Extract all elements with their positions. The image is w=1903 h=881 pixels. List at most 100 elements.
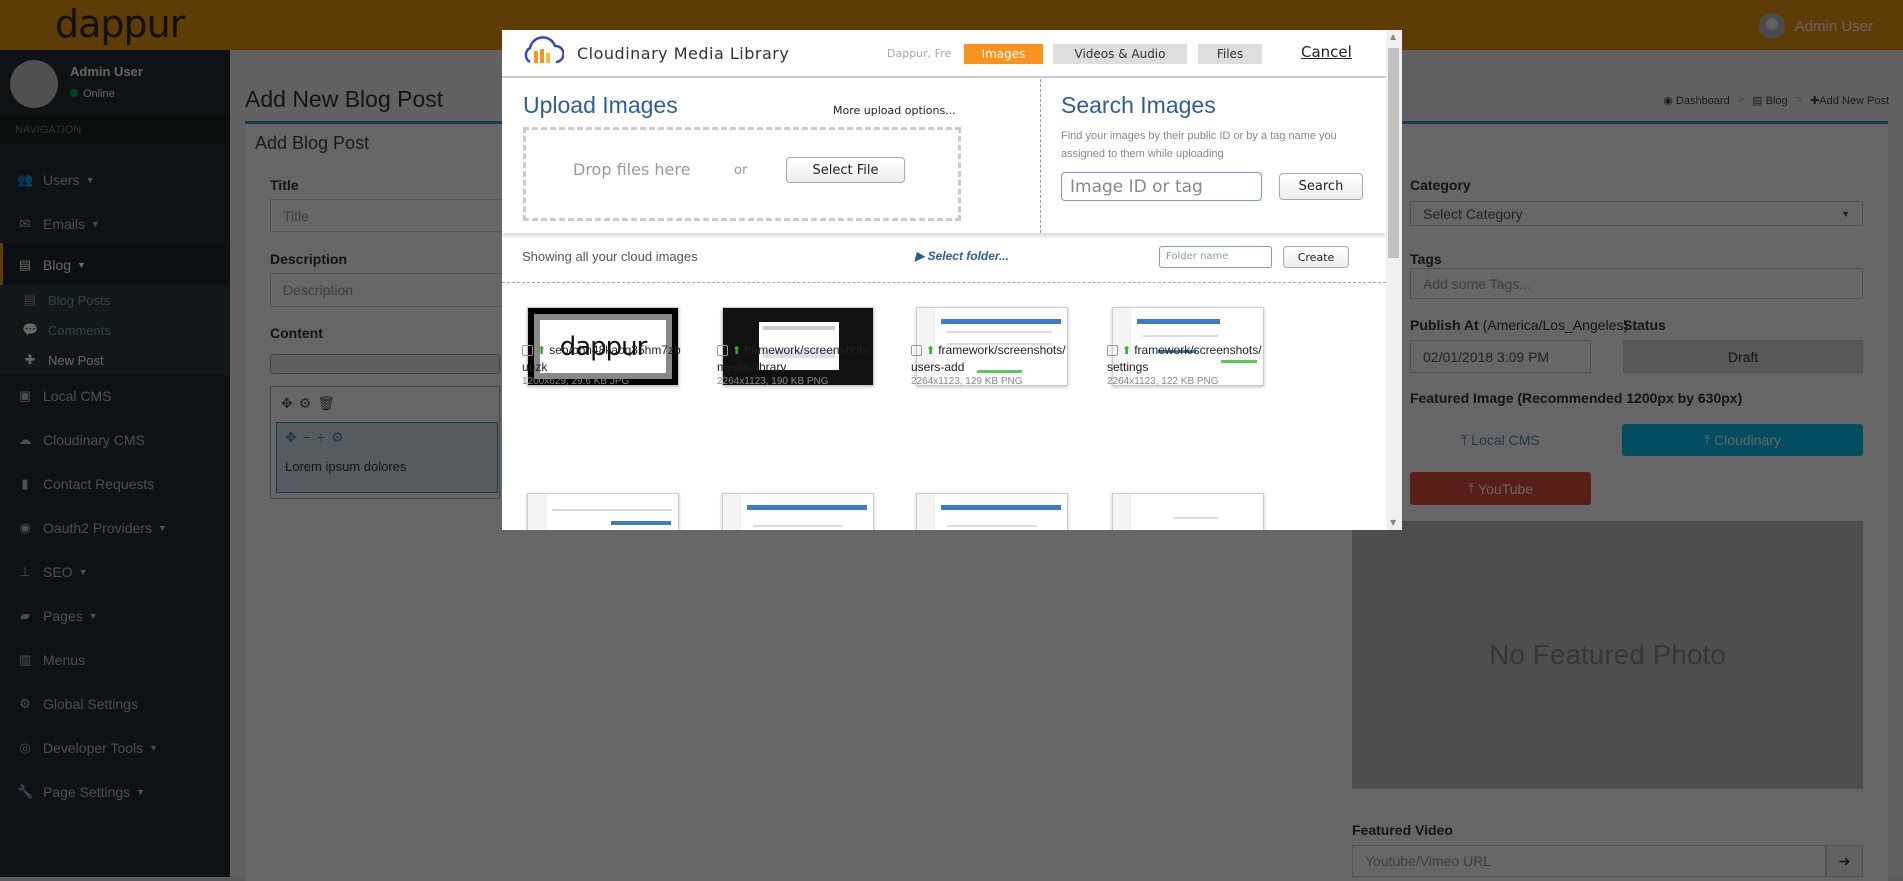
sidebar-item-local-cms[interactable]: ▣ Local CMS: [0, 374, 230, 418]
select-file-button[interactable]: Select File: [786, 157, 905, 183]
sidebar-item-cloudinary-cms[interactable]: ☁ Cloudinary CMS: [0, 418, 230, 462]
caret-right-icon: ▶: [915, 249, 925, 263]
publish-date-input[interactable]: 02/01/2018 3:09 PM: [1410, 340, 1591, 373]
download-icon[interactable]: ⬆: [926, 345, 935, 357]
sidebar-item-developer-tools[interactable]: ◎ Developer Tools ▼: [0, 726, 230, 770]
video-url-input[interactable]: Youtube/Vimeo URL: [1352, 845, 1826, 877]
scroll-down-icon[interactable]: ▼: [1390, 518, 1396, 527]
image-thumbnail[interactable]: [916, 493, 1068, 530]
download-icon[interactable]: ⬆: [537, 345, 546, 357]
map-icon: ▥: [18, 652, 32, 667]
search-button[interactable]: Search: [1279, 173, 1363, 200]
select-checkbox[interactable]: [717, 345, 728, 357]
cloudinary-media-library-modal: Cloudinary Media Library Dappur, Fre Ima…: [502, 30, 1402, 530]
modal-title: Cloudinary Media Library: [577, 44, 790, 63]
select-checkbox[interactable]: [1107, 345, 1118, 357]
block-tools[interactable]: ✥−+⚙: [285, 429, 350, 446]
showing-text: Showing all your cloud images: [522, 249, 698, 264]
sidebar-item-blog[interactable]: ▤ Blog ▼: [0, 243, 230, 287]
category-select[interactable]: Select Category ▼: [1410, 201, 1863, 226]
sidebar-item-oauth2-providers[interactable]: ◉ Oauth2 Providers ▼: [0, 506, 230, 550]
sidebar-item-contact-requests[interactable]: ▮ Contact Requests: [0, 462, 230, 506]
description-label: Description: [270, 251, 348, 267]
youtube-button[interactable]: ⤒ YouTube: [1410, 472, 1591, 505]
sidebar-item-label: New Post: [48, 352, 104, 368]
image-meta: 1200x629, 29.6 KB JPG: [522, 376, 630, 387]
modal-header: Cloudinary Media Library Dappur, Fre Ima…: [502, 30, 1386, 78]
page-title: Add New Blog Post: [245, 86, 444, 112]
download-icon[interactable]: ⬆: [1122, 345, 1131, 357]
avatar: [1758, 13, 1785, 39]
tab-files[interactable]: Files: [1198, 44, 1262, 64]
sidebar-item-pages[interactable]: ▰ Pages ▼: [0, 594, 230, 638]
plus-icon: ✚: [24, 352, 36, 367]
sidebar-item-label: Developer Tools: [43, 740, 144, 756]
sidebar-item-label: Local CMS: [43, 388, 112, 404]
user-circle-icon: ◉: [19, 520, 31, 535]
caret-down-icon: ▼: [91, 219, 100, 229]
sidebar-item-blog-posts[interactable]: ▤ Blog Posts: [0, 285, 230, 315]
upload-heading: Upload Images: [523, 92, 678, 118]
featured-image-label: Featured Image (Recommended 1200px by 63…: [1410, 390, 1743, 406]
book-icon: ▰: [20, 608, 30, 623]
tab-images[interactable]: Images: [964, 44, 1043, 64]
scrollbar-thumb[interactable]: [1388, 48, 1399, 258]
select-checkbox[interactable]: [522, 345, 533, 357]
tags-input[interactable]: Add some Tags...: [1410, 268, 1863, 299]
sidebar-item-label: Blog Posts: [48, 292, 111, 308]
sidebar-item-label: Cloudinary CMS: [43, 432, 145, 448]
sidebar-item-label: Oauth2 Providers: [43, 520, 152, 536]
folder-name-input[interactable]: Folder name: [1159, 246, 1272, 268]
select-folder-link[interactable]: ▶ Select folder...: [915, 249, 1009, 263]
sidebar-item-label: Users: [43, 172, 80, 188]
sidebar-item-label: Menus: [43, 652, 86, 668]
image-thumbnail[interactable]: [722, 493, 874, 530]
editor-block[interactable]: ✥−+⚙ Lorem ipsum dolores: [276, 422, 498, 493]
breadcrumb-blog[interactable]: ▤ Blog: [1752, 94, 1787, 107]
status-select[interactable]: Draft: [1623, 340, 1863, 373]
caret-down-icon: ▼: [85, 175, 95, 185]
sidebar-item-seo[interactable]: ⊥ SEO ▼: [0, 550, 230, 594]
newspaper-icon: ▤: [23, 292, 37, 307]
search-heading: Search Images: [1061, 92, 1216, 118]
user-name: Admin User: [1794, 17, 1873, 35]
box-title: Add Blog Post: [255, 133, 370, 153]
caret-down-icon: ▼: [157, 523, 167, 533]
user-menu[interactable]: Admin User: [1758, 13, 1873, 39]
sidebar-item-menus[interactable]: ▥ Menus: [0, 638, 230, 682]
image-thumbnail[interactable]: [1112, 493, 1264, 530]
sidebar-item-users[interactable]: 👥 Users ▼: [0, 158, 230, 202]
tags-label: Tags: [1410, 251, 1442, 267]
content-text[interactable]: Lorem ipsum dolores: [285, 459, 406, 474]
sidebar-item-page-settings[interactable]: 🔧 Page Settings ▼: [0, 770, 230, 814]
cloudinary-button[interactable]: ⤒ Cloudinary: [1622, 424, 1863, 456]
editor-block-tools[interactable]: ✥⚙🗑: [281, 395, 341, 412]
local-cms-button[interactable]: ⤒ Local CMS: [1410, 424, 1591, 456]
cancel-link[interactable]: Cancel: [1301, 43, 1352, 61]
sidebar-item-comments[interactable]: 💬 Comments: [0, 315, 230, 345]
editor-toolbar[interactable]: [270, 354, 500, 374]
dappur-logo[interactable]: dappur: [55, 2, 185, 46]
breadcrumb-dashboard[interactable]: ◉ Dashboard: [1663, 94, 1729, 107]
download-icon[interactable]: ⬆: [732, 345, 741, 357]
envelope-icon: ✉: [19, 216, 31, 231]
video-submit-button[interactable]: ➔: [1826, 845, 1863, 877]
content-label: Content: [270, 325, 323, 341]
select-checkbox[interactable]: [911, 345, 922, 357]
sidebar-item-emails[interactable]: ✉ Emails ▼: [0, 202, 230, 246]
sidebar-item-new-post[interactable]: ✚ New Post: [0, 345, 230, 375]
create-folder-button[interactable]: Create: [1283, 246, 1349, 268]
comment-icon: 💬: [22, 322, 39, 337]
tab-videos-audio[interactable]: Videos & Audio: [1053, 44, 1187, 64]
search-input[interactable]: Image ID or tag: [1061, 172, 1262, 201]
users-icon: 👥: [17, 172, 34, 187]
scroll-up-icon[interactable]: ▲: [1390, 32, 1396, 41]
image-caption: ⬆ framework/screenshots/settings: [1107, 343, 1262, 374]
content-editor[interactable]: ✥⚙🗑 ✥−+⚙ Lorem ipsum dolores: [270, 386, 500, 499]
image-thumbnail[interactable]: [527, 493, 679, 530]
or-text: or: [734, 163, 748, 178]
search-description: Find your images by their public ID or b…: [1061, 130, 1337, 160]
sidebar-item-global-settings[interactable]: ⚙ Global Settings: [0, 682, 230, 726]
sidebar-item-label: Contact Requests: [43, 476, 155, 492]
more-upload-options-link[interactable]: More upload options...: [833, 104, 956, 117]
